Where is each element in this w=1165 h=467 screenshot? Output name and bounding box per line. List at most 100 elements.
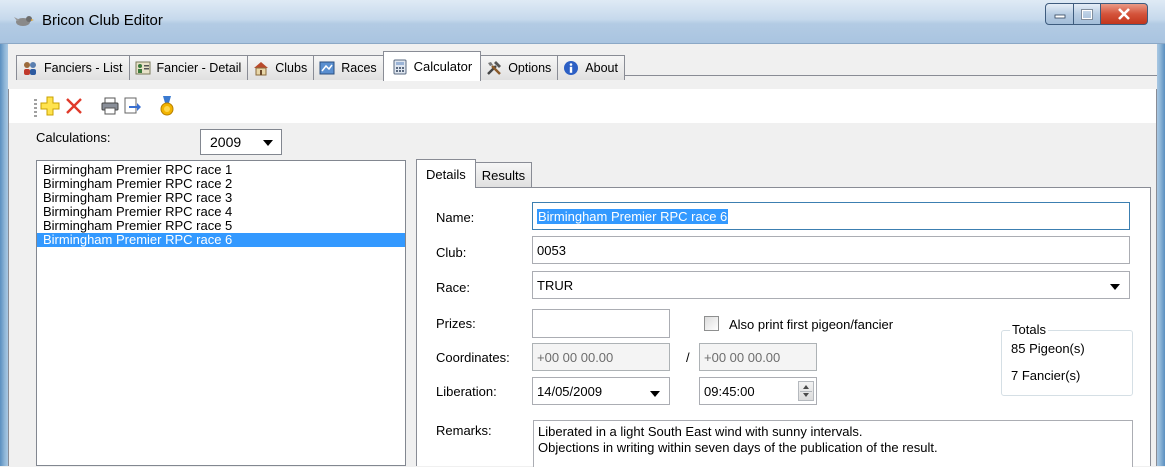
- chevron-down-icon: [1110, 284, 1120, 290]
- latitude-field: +00 00 00.00: [532, 343, 670, 371]
- remarks-line: Liberated in a light South East wind wit…: [538, 424, 863, 439]
- toolbar-grip[interactable]: [34, 99, 37, 117]
- maximize-button[interactable]: [1074, 3, 1101, 25]
- name-value: Birmingham Premier RPC race 6: [537, 208, 729, 224]
- tab-results[interactable]: Results: [474, 162, 533, 187]
- close-icon: [1118, 8, 1130, 20]
- main-tabs: Fanciers - List Fancier - Detail Clubs R…: [16, 51, 625, 81]
- tab-label: Races: [341, 61, 377, 75]
- name-label: Name:: [436, 210, 475, 225]
- tab-options[interactable]: Options: [480, 55, 559, 80]
- print-button[interactable]: [99, 95, 121, 117]
- export-button[interactable]: [121, 95, 143, 117]
- fancier-detail-icon: [135, 60, 151, 76]
- liberation-date-picker[interactable]: 14/05/2009: [532, 377, 670, 405]
- maximize-icon: [1081, 8, 1093, 20]
- tab-races[interactable]: Races: [313, 55, 384, 80]
- list-item-selected[interactable]: Birmingham Premier RPC race 6: [37, 233, 405, 247]
- latitude-value: +00 00 00.00: [537, 349, 614, 365]
- name-field[interactable]: Birmingham Premier RPC race 6: [532, 202, 1130, 230]
- list-item[interactable]: Birmingham Premier RPC race 5: [37, 219, 405, 233]
- fanciers-icon: [22, 60, 38, 76]
- time-spinner[interactable]: [798, 381, 814, 401]
- year-dropdown[interactable]: 2009: [200, 129, 282, 155]
- delete-icon: [66, 98, 82, 114]
- medal-icon: [160, 96, 174, 116]
- spin-divider: [800, 391, 812, 392]
- detail-tabs: Details Results: [416, 159, 533, 188]
- chevron-down-icon: [263, 140, 273, 146]
- tools-icon: [486, 60, 502, 76]
- delete-button[interactable]: [63, 95, 85, 117]
- also-print-checkbox[interactable]: [704, 316, 719, 331]
- add-button[interactable]: [39, 95, 61, 117]
- minimize-button[interactable]: [1045, 3, 1074, 25]
- tab-fanciers-list[interactable]: Fanciers - List: [16, 55, 130, 80]
- clubs-icon: [253, 60, 269, 76]
- coordinates-separator: /: [686, 350, 690, 365]
- races-icon: [319, 60, 335, 76]
- year-value: 2009: [210, 134, 242, 150]
- window-frame-left: [0, 0, 8, 466]
- tab-fancier-detail[interactable]: Fancier - Detail: [128, 55, 249, 80]
- also-print-label[interactable]: Also print first pigeon/fancier: [729, 317, 893, 332]
- liberation-time-field[interactable]: 09:45:00: [699, 377, 817, 405]
- medal-button[interactable]: [156, 95, 178, 117]
- totals-group: Totals 85 Pigeon(s) 7 Fancier(s): [1001, 322, 1133, 396]
- tab-calculator[interactable]: Calculator: [382, 51, 482, 81]
- toolbar-separator: [149, 97, 150, 117]
- calculator-panel: Calculations: 2009 Birmingham Premier RP…: [8, 123, 1157, 467]
- liberation-date-value: 14/05/2009: [537, 383, 603, 399]
- coordinates-label: Coordinates:: [436, 350, 510, 365]
- list-item[interactable]: Birmingham Premier RPC race 3: [37, 191, 405, 205]
- liberation-label: Liberation:: [436, 384, 497, 399]
- window-controls: [1045, 3, 1148, 25]
- race-value: TRUR: [537, 277, 574, 293]
- club-value: 0053: [537, 242, 566, 258]
- list-item[interactable]: Birmingham Premier RPC race 4: [37, 205, 405, 219]
- remarks-label: Remarks:: [436, 423, 492, 438]
- calculations-list[interactable]: Birmingham Premier RPC race 1 Birmingham…: [36, 160, 406, 466]
- pigeons-total: 85 Pigeon(s): [1011, 341, 1085, 356]
- window-frame-right: [1157, 0, 1165, 466]
- club-field[interactable]: 0053: [532, 236, 1130, 264]
- toolbar-separator: [91, 97, 92, 117]
- minimize-icon: [1054, 14, 1065, 19]
- longitude-value: +00 00 00.00: [704, 349, 781, 365]
- remarks-textarea[interactable]: Liberated in a light South East wind wit…: [533, 420, 1133, 467]
- export-icon: [124, 97, 141, 114]
- main-tab-strip: Fanciers - List Fancier - Detail Clubs R…: [8, 44, 1157, 88]
- calculations-label: Calculations:: [36, 130, 111, 145]
- print-icon: [101, 97, 119, 115]
- pigeon-app-icon: [14, 13, 34, 29]
- tab-label: Fanciers - List: [44, 61, 123, 75]
- spin-down-icon[interactable]: [803, 393, 809, 397]
- fanciers-total: 7 Fancier(s): [1011, 368, 1081, 383]
- totals-label: Totals: [1010, 322, 1048, 337]
- tab-label: Calculator: [413, 59, 473, 74]
- toolbar: [8, 89, 1157, 123]
- tab-details[interactable]: Details: [416, 159, 476, 188]
- tab-label: Options: [508, 61, 552, 75]
- tab-label: Fancier - Detail: [156, 61, 242, 75]
- calculator-icon: [392, 59, 408, 75]
- race-label: Race:: [436, 280, 470, 295]
- info-icon: [563, 60, 579, 76]
- chevron-down-icon[interactable]: [650, 391, 660, 397]
- tab-label: Clubs: [275, 61, 308, 75]
- tab-label: About: [585, 61, 618, 75]
- tab-about[interactable]: About: [557, 55, 625, 80]
- prizes-label: Prizes:: [436, 316, 476, 331]
- title-bar[interactable]: Bricon Club Editor: [0, 0, 1165, 44]
- close-button[interactable]: [1101, 3, 1148, 25]
- list-item[interactable]: Birmingham Premier RPC race 2: [37, 177, 405, 191]
- spin-up-icon[interactable]: [803, 385, 809, 389]
- remarks-line: Objections in writing within seven days …: [538, 440, 938, 455]
- list-item[interactable]: Birmingham Premier RPC race 1: [37, 163, 405, 177]
- prizes-field[interactable]: [532, 309, 670, 338]
- add-icon: [40, 96, 60, 116]
- race-dropdown[interactable]: TRUR: [532, 271, 1130, 299]
- liberation-time-value: 09:45:00: [704, 383, 755, 399]
- tab-clubs[interactable]: Clubs: [247, 55, 315, 80]
- club-label: Club:: [436, 245, 467, 260]
